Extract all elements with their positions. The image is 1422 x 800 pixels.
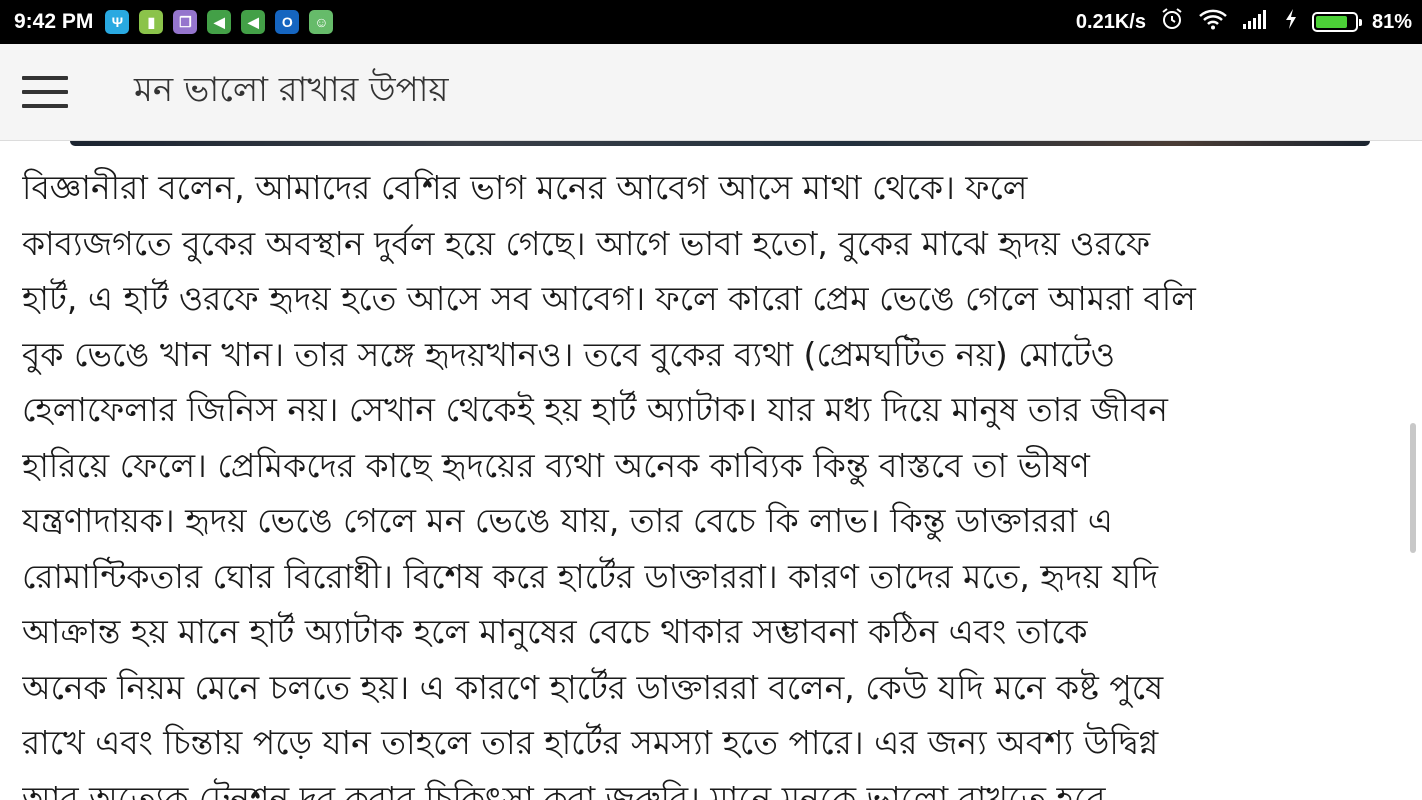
status-right: 0.21K/s 81% xyxy=(1076,7,1412,37)
status-time: 9:42 PM xyxy=(14,10,94,33)
share-app-2-icon: ◀ xyxy=(241,10,266,34)
battery-icon xyxy=(1311,12,1362,32)
article-line: কাব্যজগতে বুকের অবস্থান দুর্বল হয়ে গেছে… xyxy=(22,223,1151,263)
battery-percent: 81% xyxy=(1371,10,1412,33)
article-body[interactable]: বিজ্ঞানীরা বলেন, আমাদের বেশির ভাগ মনের আ… xyxy=(22,160,1404,800)
menu-button[interactable] xyxy=(22,76,68,108)
network-speed: 0.21K/s xyxy=(1075,10,1146,33)
outlook-icon: O xyxy=(275,10,300,34)
notification-icons: Ψ ▮ ❐ ◀ ◀ O ☺ xyxy=(105,10,334,34)
app-bar: মন ভালো রাখার উপায় xyxy=(0,44,1422,141)
article-line: বুক ভেঙে খান খান। তার সঙ্গে হৃদয়খানও। ত… xyxy=(22,334,1116,374)
alarm-icon xyxy=(1160,7,1184,37)
wifi-icon xyxy=(1198,8,1228,36)
page-title: মন ভালো রাখার উপায় xyxy=(134,69,449,110)
status-bar: 9:42 PM Ψ ▮ ❐ ◀ ◀ O ☺ 0.21K/s 81% xyxy=(0,0,1422,44)
banner-image xyxy=(70,141,1370,146)
article-line: অনেক নিয়ম মেনে চলতে হয়। এ কারণে হার্টে… xyxy=(22,667,1164,707)
files-app-icon: ❐ xyxy=(173,10,198,34)
scrollbar[interactable] xyxy=(1410,423,1416,553)
battery-level xyxy=(1315,16,1347,28)
article-line: হেলাফেলার জিনিস নয়। সেখান থেকেই হয় হার… xyxy=(22,390,1168,429)
article-line: রাখে এবং চিন্তায় পড়ে যান তাহলে তার হার… xyxy=(22,723,1159,762)
share-app-icon: ◀ xyxy=(207,10,232,34)
article-line: যন্ত্রণাদায়ক। হৃদয় ভেঙে গেলে মন ভেঙে য… xyxy=(22,501,1113,540)
hamburger-icon-bar xyxy=(22,104,68,108)
android-app-icon: ☺ xyxy=(309,10,334,34)
article-line: রোমান্টিকতার ঘোর বিরোধী। বিশেষ করে হার্ট… xyxy=(22,556,1159,596)
hamburger-icon-bar xyxy=(22,76,68,80)
article-line: আক্রান্ত হয় মানে হার্ট অ্যাটাক হলে মানু… xyxy=(22,612,1088,651)
usb-icon: Ψ xyxy=(105,10,130,34)
article-line: আর অত্যেক টেনশন দূর করার চিকিৎসা করা জরু… xyxy=(22,778,1106,800)
article-line: বিজ্ঞানীরা বলেন, আমাদের বেশির ভাগ মনের আ… xyxy=(22,168,1028,207)
signal-icon xyxy=(1242,8,1270,36)
hamburger-icon-bar xyxy=(22,90,68,94)
battery-app-icon: ▮ xyxy=(139,10,164,34)
article-line: হারিয়ে ফেলে। প্রেমিকদের কাছে হৃদয়ের ব্… xyxy=(22,445,1090,485)
article-line: হার্ট, এ হার্ট ওরফে হৃদয় হতে আসে সব আবে… xyxy=(22,279,1196,318)
charging-icon xyxy=(1284,8,1298,36)
